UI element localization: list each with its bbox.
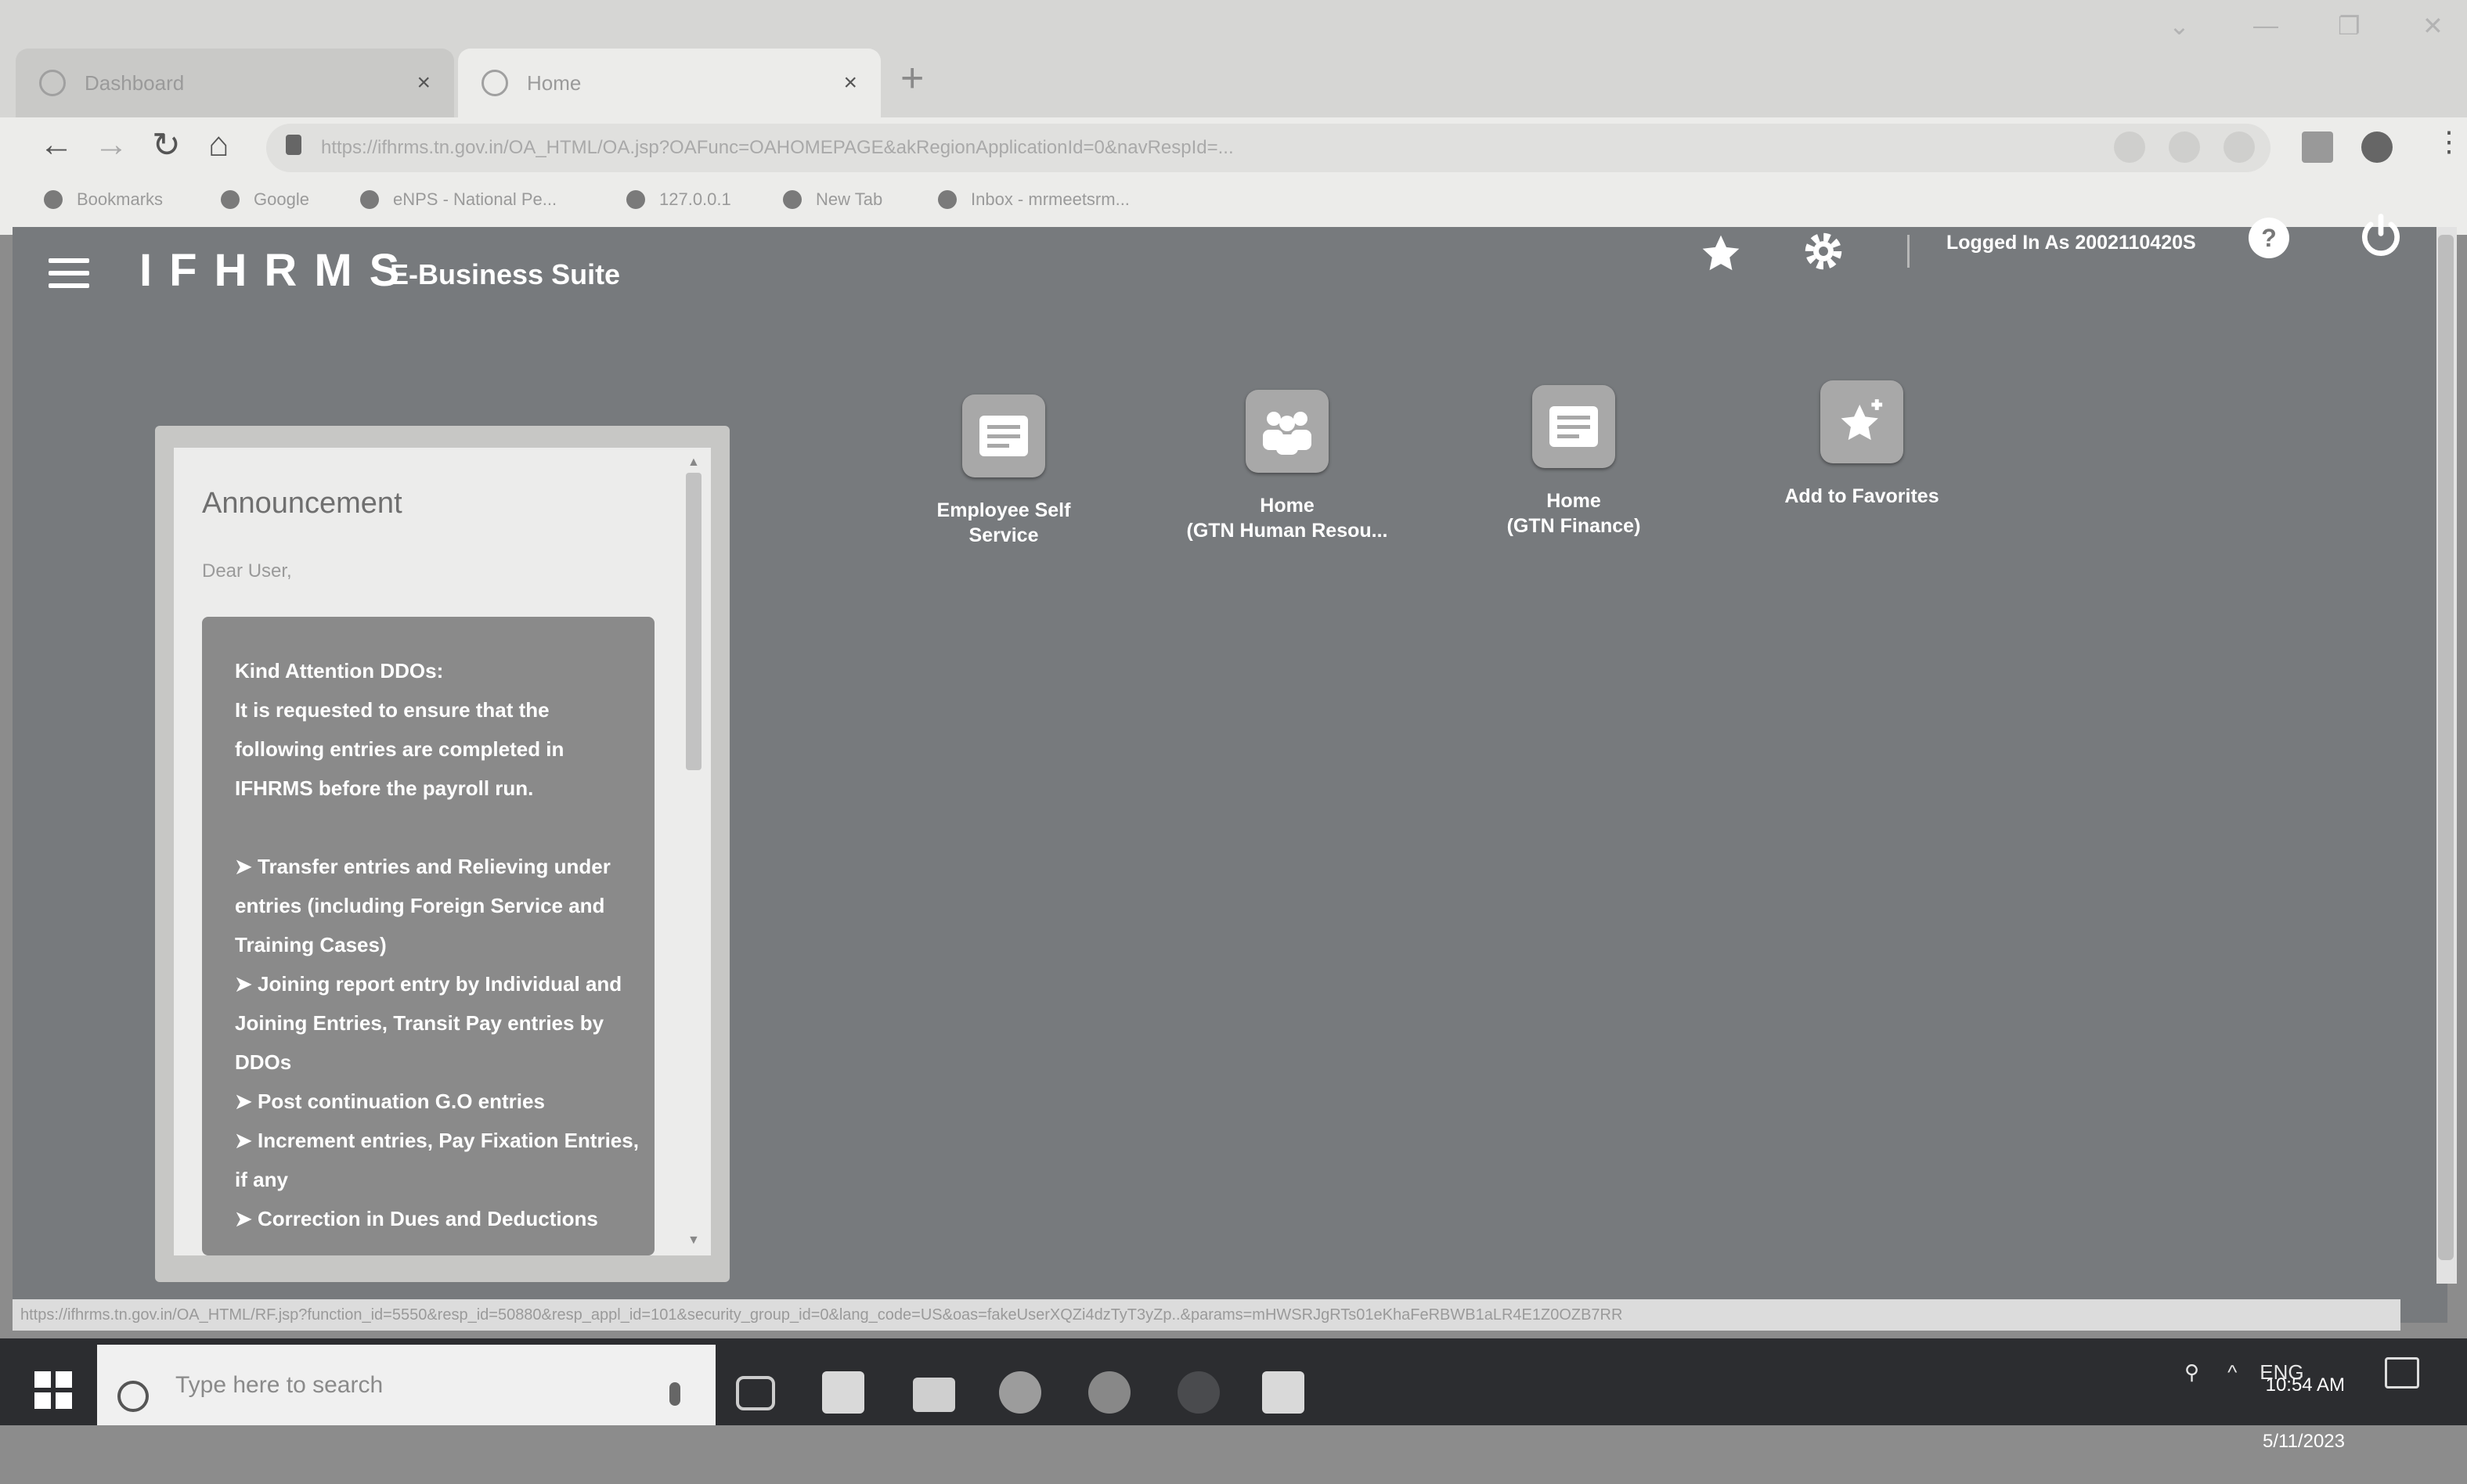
tab-close-icon[interactable]: × (417, 70, 431, 96)
hamburger-menu-icon[interactable] (49, 258, 89, 290)
bookmark-item[interactable]: Bookmarks (44, 189, 163, 210)
taskbar-search-box[interactable]: Type here to search (97, 1345, 716, 1425)
announcement-scrollbar[interactable] (686, 473, 702, 770)
clock-date: 5/11/2023 (2263, 1431, 2345, 1452)
globe-icon (783, 190, 802, 209)
forward-arrow-icon[interactable]: → (94, 125, 128, 164)
chevron-down-icon[interactable]: ⌄ (2169, 11, 2190, 41)
tab-title: Dashboard (85, 70, 185, 95)
address-bar[interactable]: https://ifhrms.tn.gov.in/OA_HTML/OA.jsp?… (266, 124, 2270, 172)
add-favorite-star-icon (1820, 380, 1903, 463)
logged-in-user: Logged In As 2002110420S (1946, 232, 2196, 254)
scroll-up-arrow-icon[interactable]: ▲ (687, 456, 700, 470)
announcement-greeting: Dear User, (202, 560, 292, 582)
notepad-icon[interactable] (1262, 1371, 1304, 1414)
edge-icon[interactable] (1178, 1371, 1220, 1414)
document-icon (1532, 385, 1615, 468)
star-icon (44, 190, 63, 209)
side-panel-icon[interactable] (2302, 131, 2333, 163)
bookmark-item[interactable]: 127.0.0.1 (626, 189, 731, 210)
page-scrollbar[interactable] (2438, 235, 2454, 1260)
tab-close-icon[interactable]: × (843, 70, 857, 96)
bookmark-item[interactable]: New Tab (783, 189, 882, 210)
tab-favicon-icon (481, 70, 508, 96)
people-group-icon (1246, 390, 1329, 473)
file-explorer-icon[interactable] (913, 1378, 955, 1412)
back-arrow-icon[interactable]: ← (39, 125, 74, 164)
profile-avatar-icon[interactable] (2361, 131, 2393, 163)
taskbar-clock[interactable]: 10:54 AM 5/11/2023 (2263, 1343, 2345, 1484)
chevron-up-icon[interactable]: ^ (2227, 1360, 2237, 1384)
app-tile-label: Add to Favorites (1784, 485, 1939, 507)
favorites-star-icon[interactable] (1699, 232, 1743, 276)
app-tile-label: Home (GTN Finance) (1506, 490, 1641, 537)
share-icon[interactable] (2169, 131, 2200, 163)
app-tile-home-human-resources[interactable]: Home (GTN Human Resou... (1146, 390, 1428, 543)
new-tab-button[interactable]: + (900, 55, 924, 102)
app-logo: IFHRMS (139, 245, 417, 296)
link-status-url: https://ifhrms.tn.gov.in/OA_HTML/RF.jsp?… (13, 1299, 2400, 1331)
power-icon[interactable] (2357, 211, 2405, 260)
home-icon[interactable]: ⌂ (208, 125, 229, 164)
lock-icon[interactable] (286, 135, 301, 155)
app-tile-employee-self-service[interactable]: Employee Self Service (863, 394, 1145, 548)
people-icon[interactable]: ⚲ (2184, 1360, 2199, 1384)
gear-icon[interactable] (1799, 227, 1848, 276)
tab-title: Home (527, 70, 582, 95)
page-icon (360, 190, 379, 209)
bookmark-item[interactable]: Google (221, 189, 309, 210)
tab-favicon-icon (39, 70, 66, 96)
task-view-icon[interactable] (736, 1376, 775, 1410)
address-url: https://ifhrms.tn.gov.in/OA_HTML/OA.jsp?… (321, 137, 1234, 158)
microphone-icon[interactable] (669, 1382, 680, 1406)
bookmark-item[interactable]: eNPS - National Pe... (360, 189, 557, 210)
menu-kebab-icon[interactable]: ⋮ (2435, 125, 2463, 158)
reload-icon[interactable]: ↻ (152, 125, 181, 165)
header-separator (1907, 235, 1910, 268)
announcement-message: Kind Attention DDOs: It is requested to … (235, 659, 639, 1230)
firefox-icon[interactable] (999, 1371, 1041, 1414)
taskbar-search-placeholder: Type here to search (175, 1371, 384, 1398)
app-tile-home-finance[interactable]: Home (GTN Finance) (1433, 385, 1715, 538)
google-lens-icon[interactable] (2114, 131, 2145, 163)
app-tile-label: Employee Self Service (936, 499, 1071, 546)
document-icon (962, 394, 1045, 477)
google-icon (221, 190, 240, 209)
browser-tab-dashboard[interactable]: Dashboard × (16, 49, 454, 117)
suite-title: E-Business Suite (390, 258, 621, 290)
announcement-title: Announcement (202, 487, 402, 520)
bookmark-star-icon[interactable] (2224, 131, 2255, 163)
browser-tab-home[interactable]: Home × (458, 49, 881, 117)
globe-icon (626, 190, 645, 209)
maximize-icon[interactable]: ❐ (2338, 11, 2361, 41)
notification-icon[interactable] (2385, 1357, 2419, 1389)
minimize-icon[interactable]: — (2253, 11, 2278, 40)
gmail-icon (938, 190, 957, 209)
scroll-down-arrow-icon[interactable]: ▼ (687, 1234, 700, 1248)
windows-start-icon[interactable] (34, 1371, 72, 1409)
help-icon[interactable]: ? (2249, 218, 2289, 258)
chrome-icon[interactable] (1088, 1371, 1131, 1414)
app-tile-add-to-favorites[interactable]: Add to Favorites (1721, 380, 2003, 509)
clock-time: 10:54 AM (2265, 1374, 2345, 1396)
bookmark-item[interactable]: Inbox - mrmeetsrm... (938, 189, 1130, 210)
app-tile-label: Home (GTN Human Resou... (1186, 495, 1388, 542)
search-icon (117, 1381, 149, 1412)
store-icon[interactable] (822, 1371, 864, 1414)
close-window-icon[interactable]: ✕ (2422, 11, 2444, 41)
